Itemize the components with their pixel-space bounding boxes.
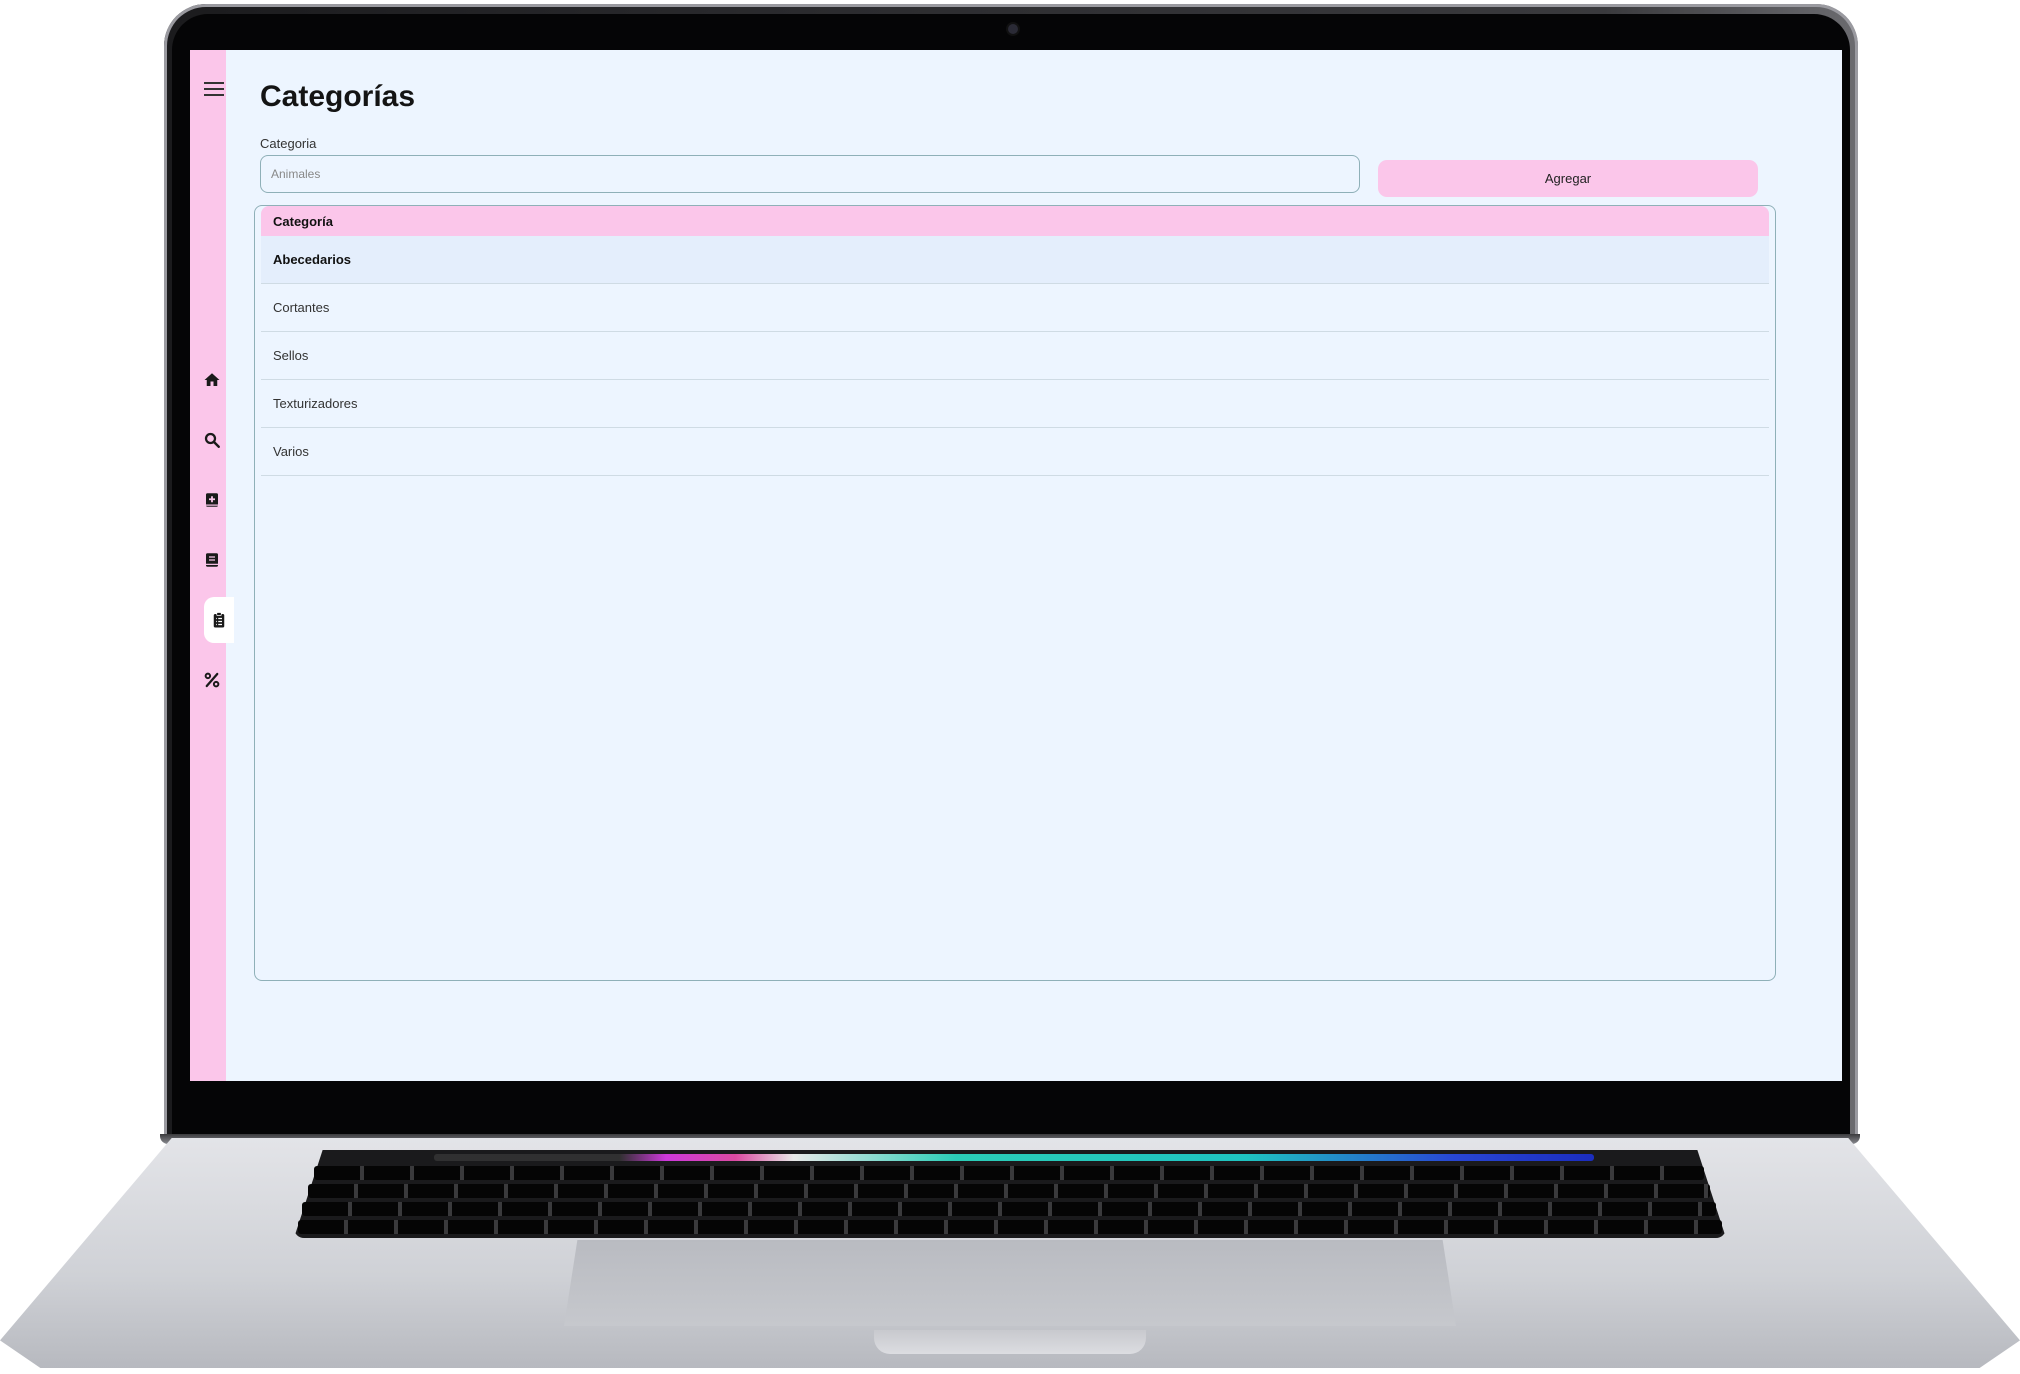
sidebar <box>190 50 234 1081</box>
clipboard-list-icon <box>213 612 225 628</box>
lid-notch <box>874 1330 1146 1354</box>
book-icon <box>206 553 218 567</box>
add-button[interactable]: Agregar <box>1378 160 1758 197</box>
sidebar-item-discounts[interactable] <box>198 665 226 695</box>
sidebar-item-add-book[interactable] <box>198 485 226 515</box>
category-field-label: Categoria <box>260 136 317 151</box>
table-row[interactable]: Cortantes <box>261 284 1769 332</box>
table-header-category: Categoría <box>261 206 1769 236</box>
table-row[interactable]: Varios <box>261 428 1769 476</box>
hamburger-menu-icon[interactable] <box>204 82 224 98</box>
keyboard-row <box>298 1220 1722 1234</box>
home-icon <box>204 373 220 386</box>
touch-bar <box>434 1154 1594 1161</box>
sidebar-item-home[interactable] <box>198 365 226 395</box>
table-row[interactable]: Texturizadores <box>261 380 1769 428</box>
percent-icon <box>204 672 220 688</box>
sidebar-item-search[interactable] <box>198 425 226 455</box>
trackpad <box>564 1240 1456 1326</box>
categories-table: Categoría Abecedarios Cortantes Sellos T… <box>254 205 1776 981</box>
add-book-icon <box>206 493 218 507</box>
table-row[interactable]: Abecedarios <box>261 236 1769 284</box>
sidebar-item-categories[interactable] <box>204 597 234 643</box>
sidebar-item-book[interactable] <box>198 545 226 575</box>
camera-icon <box>1008 24 1018 34</box>
keyboard-row <box>314 1166 1704 1180</box>
keyboard-row <box>308 1184 1710 1198</box>
page-title: Categorías <box>260 80 416 113</box>
keyboard-row <box>302 1202 1716 1216</box>
search-icon <box>204 432 220 448</box>
table-row[interactable]: Sellos <box>261 332 1769 380</box>
app-screen: Categorías Categoria Agregar Categoría A… <box>190 50 1842 1081</box>
category-input[interactable] <box>260 155 1360 193</box>
